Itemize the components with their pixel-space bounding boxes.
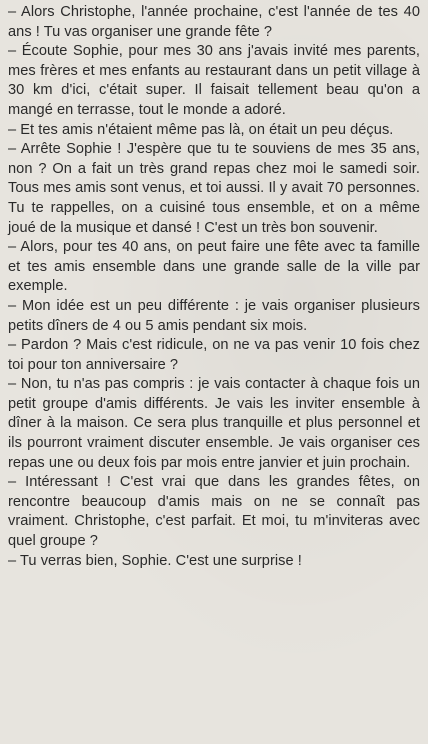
dialogue-line: – Mon idée est un peu différente : je va… [8, 297, 420, 334]
dialogue-line: – Arrête Sophie ! J'espère que tu te sou… [8, 141, 420, 236]
dialogue-line: – Écoute Sophie, pour mes 30 ans j'avais… [8, 43, 420, 118]
dialogue-line: – Alors Christophe, l'année prochaine, c… [8, 4, 420, 40]
dialogue-line: – Pardon ? Mais c'est ridicule, on ne va… [8, 337, 420, 373]
dialogue-line: – Et tes amis n'étaient même pas là, on … [8, 121, 394, 138]
dialogue-line: – Tu verras bien, Sophie. C'est une surp… [8, 552, 302, 569]
dialogue-text: – Alors Christophe, l'année prochaine, c… [8, 3, 420, 571]
dialogue-line: – Alors, pour tes 40 ans, on peut faire … [8, 239, 420, 295]
document-page: – Alors Christophe, l'année prochaine, c… [0, 0, 428, 744]
dialogue-line: – Intéressant ! C'est vrai que dans les … [8, 474, 420, 550]
dialogue-line: – Non, tu n'as pas compris : je vais con… [8, 376, 420, 471]
